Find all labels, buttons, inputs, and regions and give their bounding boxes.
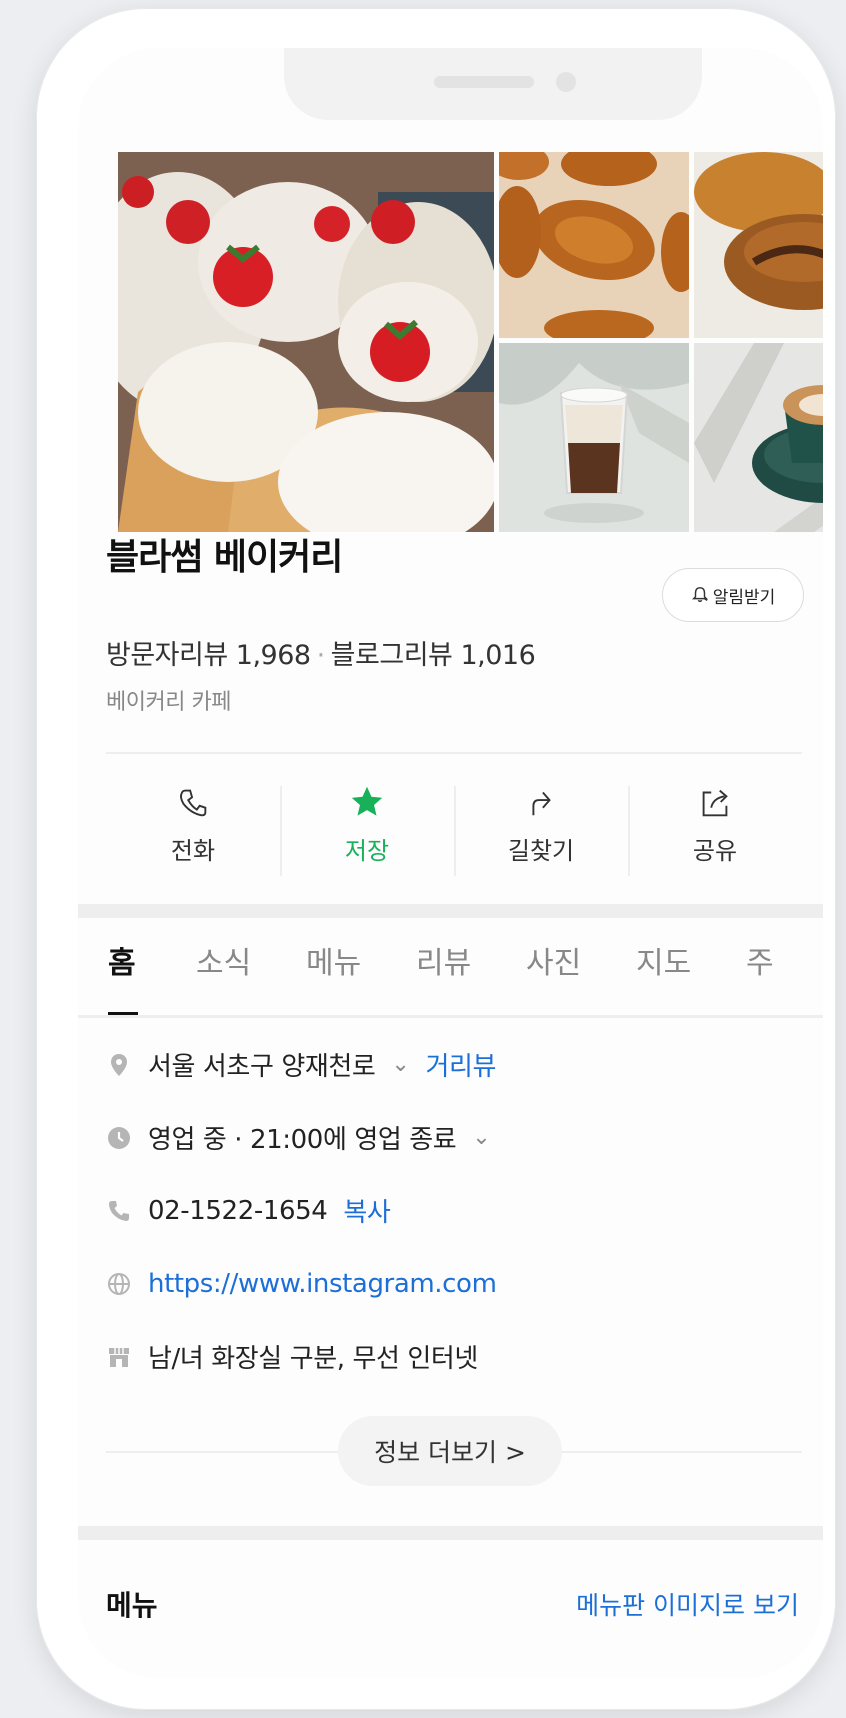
action-bar: 전화 저장 길찾기 공유: [106, 764, 802, 884]
directions-label: 길찾기: [507, 836, 575, 865]
place-title: 블라썸 베이커리: [106, 537, 343, 578]
notify-label: 알림받기: [712, 587, 776, 608]
share-icon: [702, 789, 728, 816]
chevron-down-icon[interactable]: ⌄: [391, 1052, 409, 1077]
store-icon: [109, 1347, 129, 1367]
blog-reviews-link[interactable]: 블로그리뷰 1,016: [331, 640, 536, 671]
more-info-area: 정보 더보기 >: [106, 1416, 802, 1486]
menu-image-link[interactable]: 메뉴판 이미지로 보기: [576, 1586, 799, 1622]
tab-home[interactable]: 홈: [78, 918, 166, 1015]
address-text: 서울 서초구 양재천로: [148, 1052, 376, 1082]
call-button[interactable]: 전화: [106, 764, 280, 884]
hours-text: 영업 중 · 21:00에 영업 종료: [148, 1125, 457, 1155]
directions-icon: [532, 791, 551, 815]
chevron-down-icon[interactable]: ⌄: [472, 1125, 490, 1150]
place-info-list: 서울 서초구 양재천로 ⌄ 거리뷰 영업 중 · 21:00에 영업 종료 ⌄ …: [106, 1028, 802, 1393]
star-icon: [351, 786, 383, 816]
street-view-link[interactable]: 거리뷰: [425, 1046, 496, 1083]
tab-reviews[interactable]: 리뷰: [386, 918, 496, 1015]
tab-map[interactable]: 지도: [606, 918, 716, 1015]
photo-strawberry-cakes[interactable]: [118, 152, 494, 532]
tab-photos[interactable]: 사진: [496, 918, 606, 1015]
address-row: 서울 서초구 양재천로 ⌄ 거리뷰: [106, 1028, 802, 1101]
tab-menu[interactable]: 메뉴: [276, 918, 386, 1015]
visitor-reviews-link[interactable]: 방문자리뷰 1,968: [106, 640, 311, 671]
screen: 블라썸 베이커리 알림받기 방문자리뷰 1,968 · 블로그리뷰 1,016 베이…: [78, 48, 823, 1678]
menu-section-title: 메뉴: [106, 1589, 158, 1622]
hours-row: 영업 중 · 21:00에 영업 종료 ⌄: [106, 1101, 802, 1174]
phone-icon: [109, 1200, 129, 1221]
location-pin-icon: [111, 1053, 127, 1076]
phone-number[interactable]: 02-1522-1654: [148, 1196, 328, 1226]
phone-row: 02-1522-1654 복사: [106, 1174, 802, 1247]
photo-iced-coffee[interactable]: [499, 343, 689, 532]
photo-gallery: [118, 152, 823, 532]
place-category: 베이커리 카페: [106, 690, 231, 715]
section-gap: [78, 904, 823, 918]
notify-button[interactable]: 알림받기: [662, 568, 804, 622]
amenities-row: 남/녀 화장실 구분, 무선 인터넷: [106, 1320, 802, 1393]
share-button[interactable]: 공유: [628, 764, 802, 884]
phone-frame: 블라썸 베이커리 알림받기 방문자리뷰 1,968 · 블로그리뷰 1,016 베이…: [36, 8, 836, 1710]
divider: [106, 752, 802, 754]
review-separator: ·: [316, 640, 326, 671]
notch: [284, 48, 702, 120]
globe-icon: [108, 1272, 130, 1295]
directions-button[interactable]: 길찾기: [454, 764, 628, 884]
more-info-button[interactable]: 정보 더보기 >: [338, 1416, 562, 1486]
website-link[interactable]: https://www.instagram.com: [148, 1269, 497, 1299]
phone-icon: [180, 789, 207, 816]
front-camera: [556, 72, 576, 92]
bell-icon: [691, 587, 708, 603]
share-label: 공유: [692, 836, 738, 865]
call-label: 전화: [170, 836, 216, 865]
photo-pastries[interactable]: [694, 152, 823, 338]
photo-latte[interactable]: [694, 343, 823, 532]
speaker: [434, 76, 534, 88]
section-gap: [78, 1526, 823, 1540]
tab-bar: 홈 소식 메뉴 리뷰 사진 지도 주: [78, 918, 823, 1018]
save-label: 저장: [344, 836, 390, 865]
save-button[interactable]: 저장: [280, 764, 454, 884]
amenities-text: 남/녀 화장실 구분, 무선 인터넷: [148, 1344, 478, 1374]
copy-phone-link[interactable]: 복사: [343, 1192, 390, 1229]
clock-icon: [108, 1126, 130, 1149]
tab-news[interactable]: 소식: [166, 918, 276, 1015]
review-counts: 방문자리뷰 1,968 · 블로그리뷰 1,016: [106, 633, 536, 672]
photo-croissants-tray[interactable]: [499, 152, 689, 338]
tab-more[interactable]: 주: [716, 918, 823, 1015]
website-row: https://www.instagram.com: [106, 1247, 802, 1320]
